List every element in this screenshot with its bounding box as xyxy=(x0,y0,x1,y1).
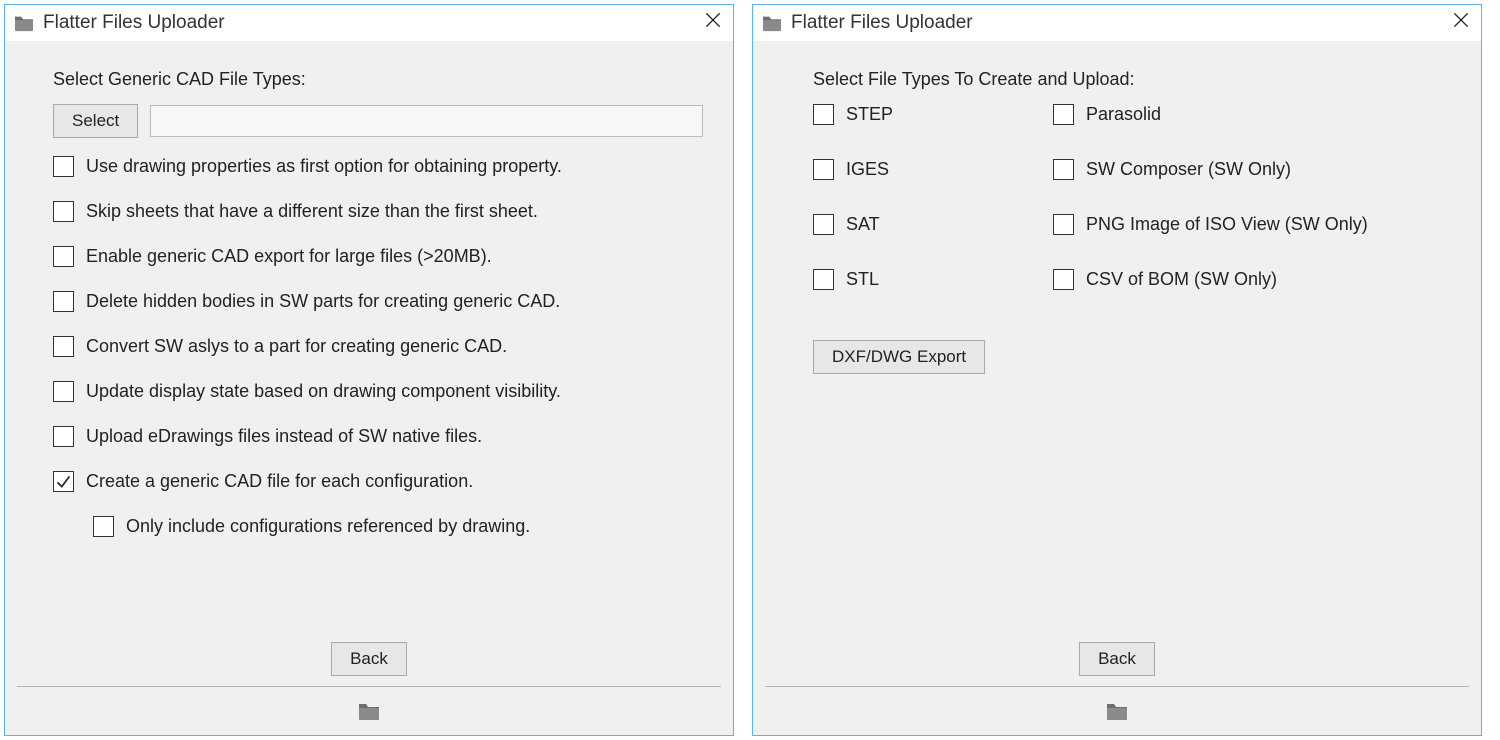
opt-create-each-config-row: Create a generic CAD file for each confi… xyxy=(53,471,703,492)
filetypes-input[interactable] xyxy=(150,105,703,137)
ft-step-checkbox[interactable] xyxy=(813,104,834,125)
opt-create-each-config-label[interactable]: Create a generic CAD file for each confi… xyxy=(86,471,473,492)
ft-step-label[interactable]: STEP xyxy=(846,104,893,125)
opt-skip-sheets-row: Skip sheets that have a different size t… xyxy=(53,201,703,222)
dialog-right: Flatter Files Uploader Select File Types… xyxy=(752,4,1482,736)
opt-only-referenced-row: Only include configurations referenced b… xyxy=(93,516,703,537)
opt-update-display-row: Update display state based on drawing co… xyxy=(53,381,703,402)
opt-upload-edrawings-row: Upload eDrawings files instead of SW nat… xyxy=(53,426,703,447)
ft-csv-bom-row: CSV of BOM (SW Only) xyxy=(1053,269,1451,290)
opt-skip-sheets-checkbox[interactable] xyxy=(53,201,74,222)
footer-icon xyxy=(5,687,733,735)
folder-icon xyxy=(13,14,35,32)
titlebar: Flatter Files Uploader xyxy=(753,5,1481,41)
folder-icon xyxy=(761,14,783,32)
opt-drawing-properties-checkbox[interactable] xyxy=(53,156,74,177)
back-button[interactable]: Back xyxy=(1079,642,1155,676)
opt-only-referenced-label[interactable]: Only include configurations referenced b… xyxy=(126,516,530,537)
opt-convert-asm-label[interactable]: Convert SW aslys to a part for creating … xyxy=(86,336,507,357)
ft-parasolid-checkbox[interactable] xyxy=(1053,104,1074,125)
titlebar: Flatter Files Uploader xyxy=(5,5,733,41)
ft-sat-row: SAT xyxy=(813,214,1043,235)
ft-iges-row: IGES xyxy=(813,159,1043,180)
ft-csv-bom-label[interactable]: CSV of BOM (SW Only) xyxy=(1086,269,1277,290)
opt-upload-edrawings-checkbox[interactable] xyxy=(53,426,74,447)
opt-enable-large-label[interactable]: Enable generic CAD export for large file… xyxy=(86,246,492,267)
opt-convert-asm-checkbox[interactable] xyxy=(53,336,74,357)
ft-sw-composer-checkbox[interactable] xyxy=(1053,159,1074,180)
opt-enable-large-checkbox[interactable] xyxy=(53,246,74,267)
ft-csv-bom-checkbox[interactable] xyxy=(1053,269,1074,290)
ft-sw-composer-label[interactable]: SW Composer (SW Only) xyxy=(1086,159,1291,180)
opt-update-display-checkbox[interactable] xyxy=(53,381,74,402)
opt-create-each-config-checkbox[interactable] xyxy=(53,471,74,492)
opt-update-display-label[interactable]: Update display state based on drawing co… xyxy=(86,381,561,402)
opt-drawing-properties-label[interactable]: Use drawing properties as first option f… xyxy=(86,156,562,177)
section-label: Select File Types To Create and Upload: xyxy=(813,69,1451,90)
close-button[interactable] xyxy=(695,10,723,36)
opt-drawing-properties-row: Use drawing properties as first option f… xyxy=(53,156,703,177)
opt-upload-edrawings-label[interactable]: Upload eDrawings files instead of SW nat… xyxy=(86,426,482,447)
ft-stl-label[interactable]: STL xyxy=(846,269,879,290)
footer-icon xyxy=(753,687,1481,735)
back-button[interactable]: Back xyxy=(331,642,407,676)
select-button[interactable]: Select xyxy=(53,104,138,138)
dialog-left: Flatter Files Uploader Select Generic CA… xyxy=(4,4,734,736)
ft-stl-checkbox[interactable] xyxy=(813,269,834,290)
ft-iges-label[interactable]: IGES xyxy=(846,159,889,180)
opt-delete-hidden-checkbox[interactable] xyxy=(53,291,74,312)
dxf-dwg-export-button[interactable]: DXF/DWG Export xyxy=(813,340,985,374)
window-title: Flatter Files Uploader xyxy=(43,12,695,34)
opt-delete-hidden-label[interactable]: Delete hidden bodies in SW parts for cre… xyxy=(86,291,560,312)
ft-sat-label[interactable]: SAT xyxy=(846,214,880,235)
ft-stl-row: STL xyxy=(813,269,1043,290)
opt-delete-hidden-row: Delete hidden bodies in SW parts for cre… xyxy=(53,291,703,312)
content-area: Select File Types To Create and Upload: … xyxy=(753,41,1481,735)
close-button[interactable] xyxy=(1443,10,1471,36)
ft-png-iso-checkbox[interactable] xyxy=(1053,214,1074,235)
opt-only-referenced-checkbox[interactable] xyxy=(93,516,114,537)
opt-skip-sheets-label[interactable]: Skip sheets that have a different size t… xyxy=(86,201,538,222)
ft-png-iso-row: PNG Image of ISO View (SW Only) xyxy=(1053,214,1451,235)
content-area: Select Generic CAD File Types: Select Us… xyxy=(5,41,733,735)
ft-parasolid-row: Parasolid xyxy=(1053,104,1451,125)
section-label: Select Generic CAD File Types: xyxy=(53,69,703,90)
ft-step-row: STEP xyxy=(813,104,1043,125)
window-title: Flatter Files Uploader xyxy=(791,12,1443,34)
ft-sat-checkbox[interactable] xyxy=(813,214,834,235)
ft-iges-checkbox[interactable] xyxy=(813,159,834,180)
opt-enable-large-row: Enable generic CAD export for large file… xyxy=(53,246,703,267)
ft-parasolid-label[interactable]: Parasolid xyxy=(1086,104,1161,125)
ft-png-iso-label[interactable]: PNG Image of ISO View (SW Only) xyxy=(1086,214,1368,235)
ft-sw-composer-row: SW Composer (SW Only) xyxy=(1053,159,1451,180)
opt-convert-asm-row: Convert SW aslys to a part for creating … xyxy=(53,336,703,357)
